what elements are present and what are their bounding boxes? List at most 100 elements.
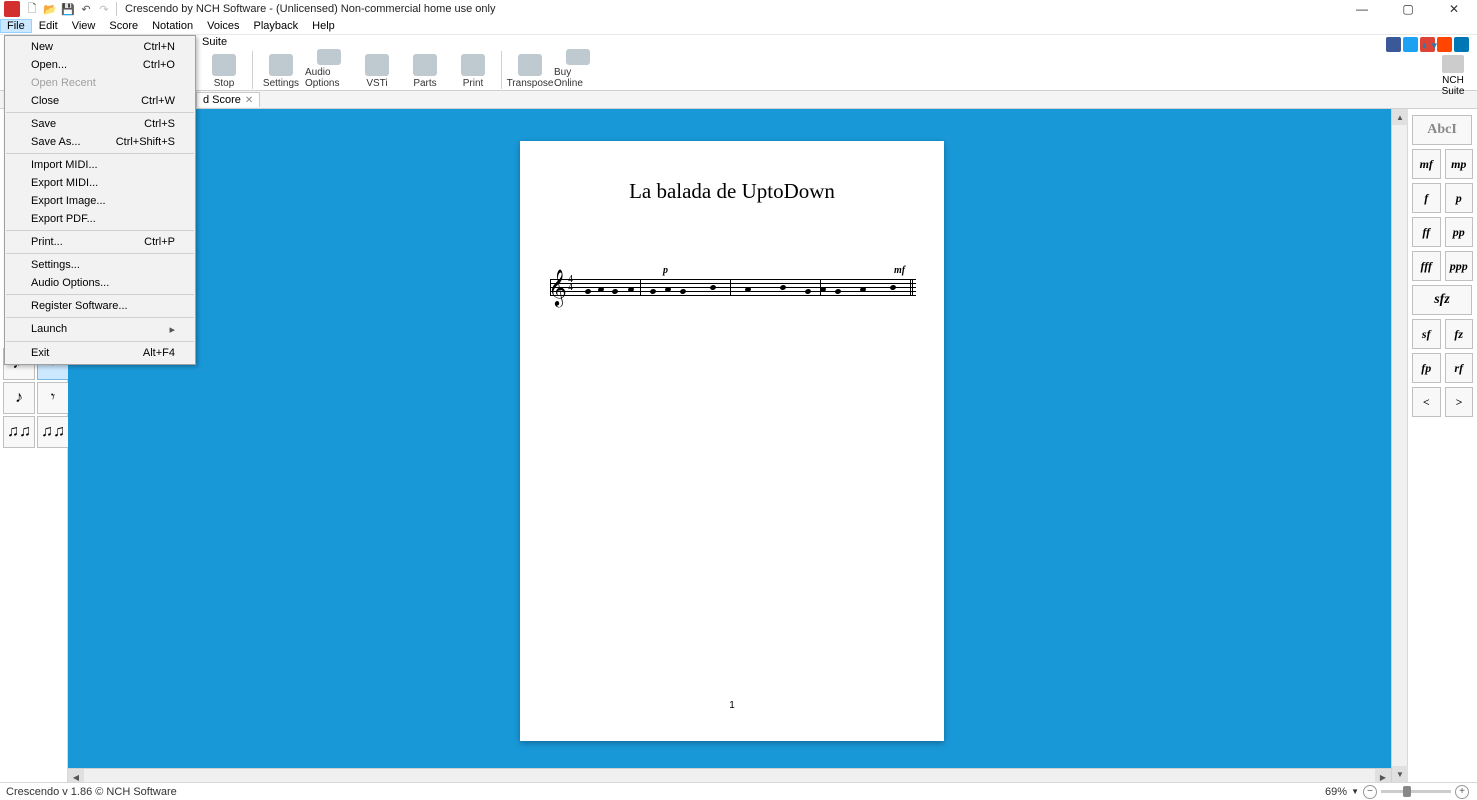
staff[interactable]: 𝄞 44 pmf	[550, 279, 916, 307]
document-tab[interactable]: d Score ✕	[196, 92, 260, 107]
qa-redo-icon[interactable]: ↷	[96, 1, 112, 17]
scroll-up-icon[interactable]: ▲	[1392, 109, 1408, 125]
menu-item-export-image-[interactable]: Export Image...	[5, 192, 195, 210]
note[interactable]	[709, 284, 716, 290]
nch-suite-button[interactable]: NCH Suite	[1435, 55, 1471, 97]
note[interactable]	[804, 288, 811, 294]
menu-item-exit[interactable]: ExitAlt+F4	[5, 344, 195, 362]
menu-item-open-[interactable]: Open...Ctrl+O	[5, 56, 195, 74]
qa-save-icon[interactable]: 💾	[60, 1, 76, 17]
note[interactable]	[611, 288, 618, 294]
note[interactable]	[649, 288, 656, 294]
quick-access-toolbar: 🗋 📂 💾 ↶ ↷	[24, 1, 112, 17]
dynamics-f-button[interactable]: f	[1412, 183, 1441, 213]
dynamics-button[interactable]: <	[1412, 387, 1441, 417]
dynamics-sfz-button[interactable]: sfz	[1412, 285, 1472, 315]
menu-item-save-as-[interactable]: Save As...Ctrl+Shift+S	[5, 133, 195, 151]
dynamics-button[interactable]: fz	[1445, 319, 1474, 349]
note-palette-cell[interactable]: ♫♫	[37, 416, 69, 448]
note[interactable]	[679, 288, 686, 294]
qa-open-icon[interactable]: 📂	[42, 1, 58, 17]
toolbar-separator	[252, 51, 253, 89]
menu-item-close[interactable]: CloseCtrl+W	[5, 92, 195, 110]
note-palette-cell[interactable]: ♪	[3, 382, 35, 414]
menu-file[interactable]: File	[0, 19, 32, 33]
scroll-down-icon[interactable]: ▼	[1392, 766, 1408, 782]
menu-item-export-pdf-[interactable]: Export PDF...	[5, 210, 195, 228]
toolbar-transpose-button[interactable]: Transpose	[506, 49, 554, 89]
toolbar-buy-online-button[interactable]: Buy Online	[554, 49, 602, 89]
toolbar-parts-button[interactable]: Parts	[401, 49, 449, 89]
menu-help[interactable]: Help	[305, 19, 342, 33]
zoom-out-button[interactable]: −	[1363, 785, 1377, 799]
close-button[interactable]: ✕	[1431, 0, 1477, 18]
note-palette-cell[interactable]: 𝄾	[37, 382, 69, 414]
text-tool-button[interactable]: AbcI	[1412, 115, 1472, 145]
close-tab-icon[interactable]: ✕	[245, 95, 253, 106]
menu-voices[interactable]: Voices	[200, 19, 246, 33]
dynamics-button[interactable]: >	[1445, 387, 1474, 417]
menu-item-print-[interactable]: Print...Ctrl+P	[5, 233, 195, 251]
zoom-in-button[interactable]: +	[1455, 785, 1469, 799]
minimize-button[interactable]: —	[1339, 0, 1385, 18]
note[interactable]	[584, 288, 591, 294]
menu-item-open-recent: Open Recent	[5, 74, 195, 92]
dynamics-ff-button[interactable]: ff	[1412, 217, 1441, 247]
qa-undo-icon[interactable]: ↶	[78, 1, 94, 17]
zoom-thumb[interactable]	[1403, 786, 1411, 797]
social-icon-4[interactable]	[1454, 37, 1469, 52]
dynamics-pp-button[interactable]: pp	[1445, 217, 1474, 247]
menu-item-export-midi-[interactable]: Export MIDI...	[5, 174, 195, 192]
menu-item-audio-options-[interactable]: Audio Options...	[5, 274, 195, 292]
horizontal-scrollbar[interactable]: ◀ ▶	[68, 768, 1391, 782]
zoom-dropdown-icon[interactable]: ▼	[1351, 787, 1359, 796]
menu-item-new[interactable]: NewCtrl+N	[5, 38, 195, 56]
menu-separator	[6, 230, 194, 231]
dynamics-mp-button[interactable]: mp	[1445, 149, 1474, 179]
menu-playback[interactable]: Playback	[247, 19, 306, 33]
dynamics-button[interactable]: rf	[1445, 353, 1474, 383]
social-icon-0[interactable]	[1386, 37, 1401, 52]
qa-new-icon[interactable]: 🗋	[24, 1, 40, 17]
page-number: 1	[520, 700, 944, 711]
toolbar-settings-button[interactable]: Settings	[257, 49, 305, 89]
dynamics-p-button[interactable]: p	[1445, 183, 1474, 213]
menu-item-import-midi-[interactable]: Import MIDI...	[5, 156, 195, 174]
dynamics-mf-button[interactable]: mf	[1412, 149, 1441, 179]
barline	[730, 279, 731, 295]
menu-view[interactable]: View	[65, 19, 103, 33]
social-icon-3[interactable]	[1437, 37, 1452, 52]
dynamics-button[interactable]: fp	[1412, 353, 1441, 383]
dynamics-ppp-button[interactable]: ppp	[1445, 251, 1474, 281]
menu-item-register-software-[interactable]: Register Software...	[5, 297, 195, 315]
zoom-slider[interactable]	[1381, 790, 1451, 793]
menu-item-launch[interactable]: Launch▸	[5, 320, 195, 339]
menu-item-settings-[interactable]: Settings...	[5, 256, 195, 274]
dynamics-button[interactable]: sf	[1412, 319, 1441, 349]
dynamic-mark[interactable]: mf	[894, 265, 905, 276]
transpose-icon	[518, 54, 542, 76]
note[interactable]	[779, 284, 786, 290]
score-page[interactable]: La balada de UptoDown 𝄞 44 pmf 1	[520, 141, 944, 741]
dynamics-fff-button[interactable]: fff	[1412, 251, 1441, 281]
dynamic-mark[interactable]: p	[663, 265, 668, 276]
menu-notation[interactable]: Notation	[145, 19, 200, 33]
toolbar-stop-button[interactable]: Stop	[200, 49, 248, 89]
score-title[interactable]: La balada de UptoDown	[520, 179, 944, 204]
maximize-button[interactable]: ▢	[1385, 0, 1431, 18]
menu-score[interactable]: Score	[102, 19, 145, 33]
menu-item-save[interactable]: SaveCtrl+S	[5, 115, 195, 133]
menu-edit[interactable]: Edit	[32, 19, 65, 33]
toolbar-vsti-button[interactable]: VSTi	[353, 49, 401, 89]
help-dropdown-icon[interactable]: ◐ ▾	[1422, 39, 1437, 52]
score-canvas[interactable]: La balada de UptoDown 𝄞 44 pmf 1	[68, 109, 1391, 782]
vertical-scrollbar[interactable]: ▲ ▼	[1391, 109, 1407, 782]
toolbar-audio-options-button[interactable]: Audio Options	[305, 49, 353, 89]
note[interactable]	[834, 288, 841, 294]
note[interactable]	[889, 284, 896, 290]
buy-online-icon	[566, 49, 590, 65]
toolbar-print-button[interactable]: Print	[449, 49, 497, 89]
toolbar-tab-suite[interactable]: Suite	[196, 35, 233, 49]
note-palette-cell[interactable]: ♫♫	[3, 416, 35, 448]
social-icon-1[interactable]	[1403, 37, 1418, 52]
